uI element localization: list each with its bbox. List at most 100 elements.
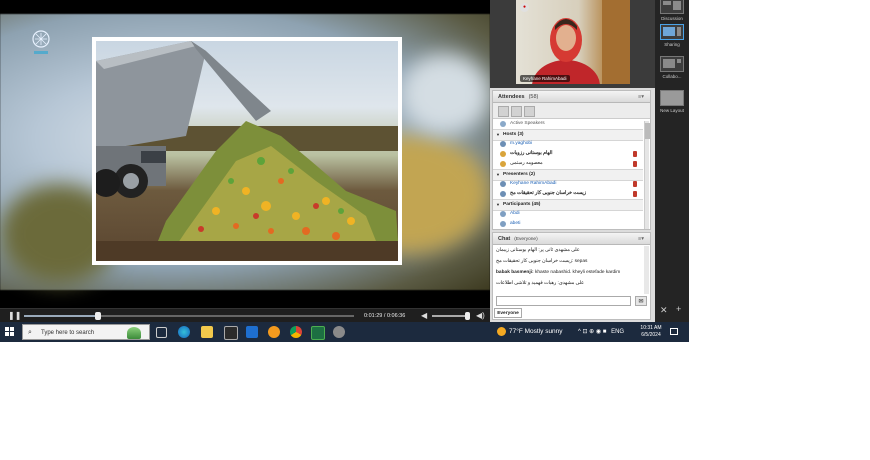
list-view-icon[interactable] (498, 106, 509, 117)
playback-controls: ❚❚ 0:01:29 / 0:06:36 ◀ ◀) (0, 308, 490, 322)
manage-layouts-icon[interactable]: ✕ (660, 305, 668, 316)
clock[interactable]: 10:31 AM 6/5/2024 (637, 325, 665, 339)
layout-discussion[interactable]: Discussion (659, 0, 685, 21)
seek-handle[interactable] (95, 312, 102, 320)
excel-icon[interactable] (311, 326, 325, 340)
attendees-count: (58) (528, 94, 539, 100)
host-icon (500, 151, 506, 157)
active-speakers-row[interactable]: Active Speakers (493, 119, 643, 129)
layouts-bar: Discussion Sharing Collabo... New Layout… (655, 0, 689, 322)
attendee-row[interactable]: m.yaghobi (493, 139, 643, 149)
chat-message: علی مشهدی: رهبات فهمید و تلاشی اطلاعات (496, 281, 585, 286)
speaker-icon[interactable]: ◀ (421, 309, 427, 323)
attendee-row[interactable]: Keyhane RahimAbadi (493, 179, 643, 189)
attendee-row[interactable]: زیست خراسان جنوبی کار تحقیقات مح (493, 189, 643, 199)
search-icon: ⌕ (28, 329, 32, 336)
chat-scope: (Everyone) (514, 237, 538, 242)
store-icon[interactable] (224, 326, 238, 340)
user-icon (500, 141, 506, 147)
attendee-row[interactable]: الهام بوستانی رزوبات (493, 149, 643, 159)
file-explorer-icon[interactable] (201, 326, 213, 338)
language-indicator[interactable]: ENG (611, 329, 624, 335)
current-time: 0:01:29 (364, 313, 383, 319)
adobe-connect-icon[interactable] (333, 326, 345, 338)
volume-max-icon[interactable]: ◀) (476, 309, 485, 323)
layout-thumbnail (660, 0, 684, 14)
chat-message: babak basmenji: khaste nabashid. kheyli … (496, 270, 621, 275)
add-layout-icon[interactable]: + (676, 304, 681, 314)
camera-pod: ● Keyhane RahimAbadi (490, 0, 655, 88)
volume-slider[interactable] (432, 312, 470, 320)
system-tray[interactable]: ^ ⊡ ⊕ ◉ ■ ENG (578, 322, 624, 342)
attendees-title-bar: Attendees (58) ≡▾ (493, 91, 650, 103)
seek-progress (24, 315, 99, 317)
attendee-row[interactable]: Abdi (493, 209, 643, 219)
pause-icon[interactable]: ❚❚ (8, 309, 21, 323)
attendees-pod: Attendees (58) ≡▾ Active Speakers ▼ Hosts… (492, 90, 651, 230)
microphone-icon (633, 191, 637, 197)
user-icon (500, 221, 506, 227)
layout-collaboration[interactable]: Collabo... (659, 56, 685, 79)
chat-title-bar: Chat (Everyone) ≡▾ (493, 233, 650, 245)
food-waste-truck-photo (96, 41, 398, 261)
camera-name-label: Keyhane RahimAbadi (520, 75, 570, 82)
camera-source-icon: ● (520, 3, 529, 12)
presenter-icon (500, 191, 506, 197)
edge-browser-icon[interactable] (178, 326, 190, 338)
chat-message: زیست خراسان جنوبی کار تحقیقات مح: sepas (496, 259, 588, 264)
taskbar-search-box[interactable]: ⌕ Type here to search (22, 324, 150, 340)
chat-scrollbar[interactable] (644, 246, 649, 294)
microphone-icon (633, 181, 637, 187)
attendees-scrollbar[interactable] (644, 121, 650, 229)
layout-thumbnail (660, 24, 684, 40)
seek-bar[interactable] (24, 312, 354, 320)
grid-view-icon[interactable] (511, 106, 522, 117)
chat-title: Chat (498, 236, 511, 242)
tray-icons: ^ ⊡ ⊕ ◉ ■ (578, 329, 607, 335)
total-time: 0:06:36 (386, 313, 406, 319)
attendee-row[interactable]: abeti (493, 219, 643, 229)
weather-text: 77°F Mostly sunny (509, 328, 563, 335)
layout-thumbnail (660, 56, 684, 72)
host-icon (500, 161, 506, 167)
speaker-icon (500, 121, 506, 127)
university-logo-icon (32, 30, 50, 54)
volume-handle[interactable] (464, 312, 470, 320)
chrome-icon[interactable] (290, 326, 302, 338)
layout-sharing[interactable]: Sharing (659, 24, 685, 47)
windows-taskbar: ⌕ Type here to search 77°F Mostly sunny … (0, 322, 689, 342)
layout-new[interactable]: New Layout (659, 90, 685, 113)
status-view-icon[interactable] (524, 106, 535, 117)
start-button-icon[interactable] (5, 327, 15, 337)
task-view-icon[interactable] (156, 327, 167, 338)
chat-message: علی مشهدی ثانی پر: الهام بوستانی زیبمان (496, 248, 580, 253)
search-placeholder: Type here to search (41, 330, 95, 336)
attendee-row[interactable]: معصومه رستمی (493, 159, 643, 169)
presenter-webcam: ● (516, 0, 630, 84)
meeting-side-pane: ● Keyhane RahimAbadi Attendees (58) ≡▾ Ac… (490, 0, 655, 322)
weather-widget[interactable]: 77°F Mostly sunny (497, 322, 563, 342)
chat-tab-everyone[interactable]: Everyone (494, 308, 522, 318)
microphone-icon (633, 161, 637, 167)
user-icon (500, 211, 506, 217)
search-highlight-plant-icon (127, 327, 141, 339)
clock-date: 6/5/2024 (641, 332, 661, 338)
clock-time: 10:31 AM (640, 325, 662, 331)
layouts-footer: ✕ + (655, 302, 689, 322)
pod-menu-icon[interactable]: ≡▾ (638, 91, 644, 103)
layout-thumbnail (660, 90, 684, 106)
notification-center-icon[interactable] (670, 328, 678, 335)
attendees-title: Attendees (498, 94, 525, 100)
slide-frame (92, 37, 402, 265)
microphone-icon (633, 151, 637, 157)
send-message-icon[interactable]: ✉ (635, 296, 647, 306)
attendees-toolbar (493, 103, 650, 119)
mail-icon[interactable] (246, 326, 258, 338)
chat-input[interactable] (496, 296, 631, 306)
pod-menu-icon[interactable]: ≡▾ (638, 233, 644, 245)
presenter-icon (500, 181, 506, 187)
chat-pod: Chat (Everyone) ≡▾ علی مشهدی ثانی پر: اله… (492, 232, 651, 320)
app-orange-icon[interactable] (268, 326, 280, 338)
time-separator: / (383, 313, 386, 319)
time-readout: 0:01:29 / 0:06:36 (364, 309, 405, 323)
